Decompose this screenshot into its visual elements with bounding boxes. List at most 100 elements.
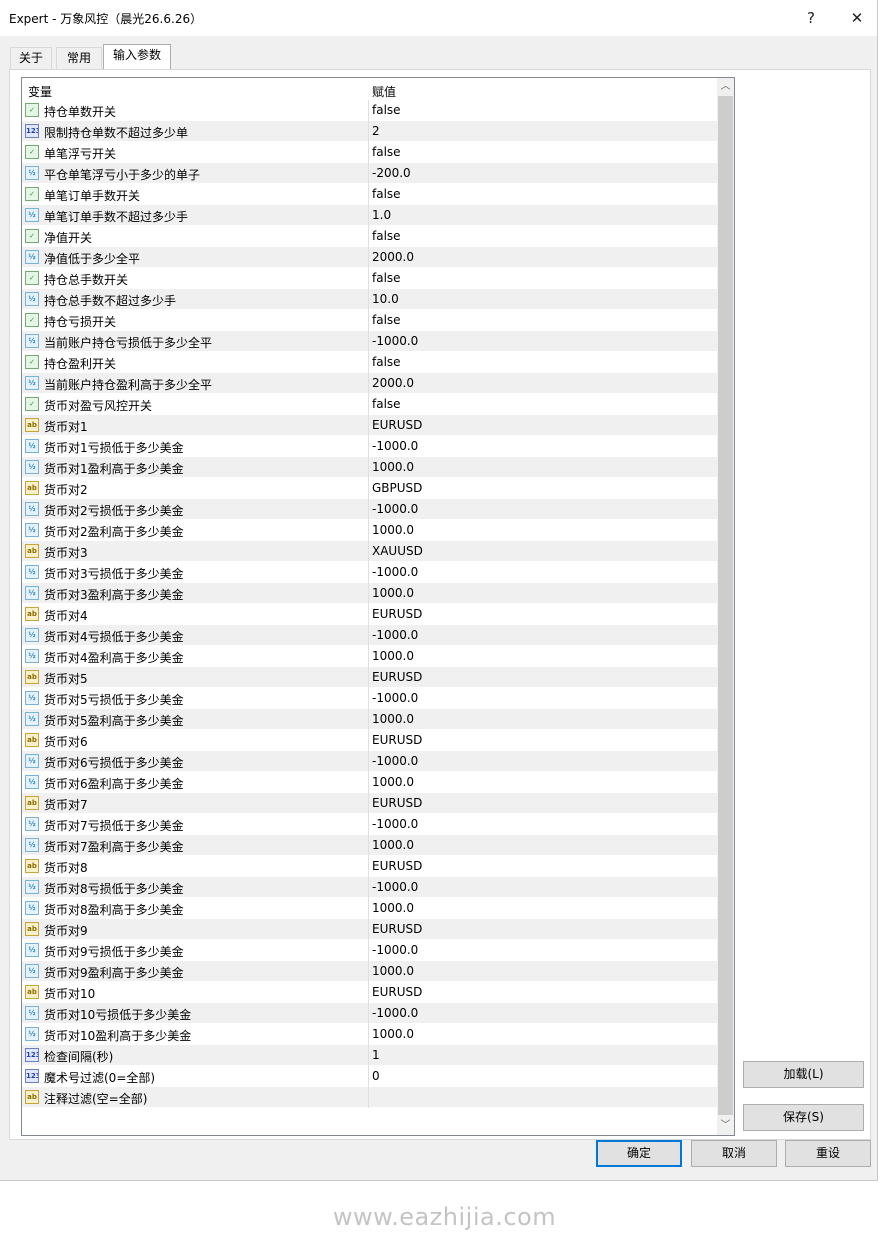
parameter-value[interactable]: -1000.0 bbox=[372, 439, 418, 453]
table-row[interactable]: ½ 货币对4亏损低于多少美金 -1000.0 bbox=[22, 625, 717, 646]
parameter-value[interactable]: 2 bbox=[372, 124, 380, 138]
parameter-value[interactable]: -200.0 bbox=[372, 166, 411, 180]
table-row[interactable]: ½ 货币对7盈利高于多少美金 1000.0 bbox=[22, 835, 717, 856]
table-row[interactable]: ½ 货币对8亏损低于多少美金 -1000.0 bbox=[22, 877, 717, 898]
table-row[interactable]: ✓ 持仓亏损开关 false bbox=[22, 310, 717, 331]
table-row[interactable]: ½ 货币对9亏损低于多少美金 -1000.0 bbox=[22, 940, 717, 961]
reset-button[interactable]: 重设 bbox=[785, 1140, 871, 1167]
table-row[interactable]: ✓ 货币对盈亏风控开关 false bbox=[22, 394, 717, 415]
parameter-value[interactable]: false bbox=[372, 397, 401, 411]
parameter-value[interactable]: EURUSD bbox=[372, 796, 422, 810]
table-row[interactable]: ½ 货币对3亏损低于多少美金 -1000.0 bbox=[22, 562, 717, 583]
table-row[interactable]: ab 货币对1 EURUSD bbox=[22, 415, 717, 436]
table-row[interactable]: ✓ 单笔订单手数开关 false bbox=[22, 184, 717, 205]
ok-button[interactable]: 确定 bbox=[596, 1140, 682, 1167]
parameter-value[interactable]: 1000.0 bbox=[372, 460, 414, 474]
table-row[interactable]: ab 货币对2 GBPUSD bbox=[22, 478, 717, 499]
scrollbar-thumb[interactable] bbox=[718, 96, 733, 1115]
table-row[interactable]: ½ 货币对3盈利高于多少美金 1000.0 bbox=[22, 583, 717, 604]
parameter-value[interactable]: 1000.0 bbox=[372, 586, 414, 600]
table-row[interactable]: 123 限制持仓单数不超过多少单 2 bbox=[22, 121, 717, 142]
parameter-value[interactable]: EURUSD bbox=[372, 418, 422, 432]
table-row[interactable]: ab 货币对10 EURUSD bbox=[22, 982, 717, 1003]
parameter-value[interactable]: -1000.0 bbox=[372, 754, 418, 768]
parameter-value[interactable]: 1000.0 bbox=[372, 523, 414, 537]
table-row[interactable]: ✓ 单笔浮亏开关 false bbox=[22, 142, 717, 163]
parameter-value[interactable]: GBPUSD bbox=[372, 481, 422, 495]
table-row[interactable]: ½ 货币对10盈利高于多少美金 1000.0 bbox=[22, 1024, 717, 1045]
table-row[interactable]: ½ 货币对9盈利高于多少美金 1000.0 bbox=[22, 961, 717, 982]
table-row[interactable]: ½ 货币对4盈利高于多少美金 1000.0 bbox=[22, 646, 717, 667]
parameter-value[interactable]: XAUUSD bbox=[372, 544, 423, 558]
table-row[interactable]: ½ 净值低于多少全平 2000.0 bbox=[22, 247, 717, 268]
parameter-value[interactable]: 2000.0 bbox=[372, 376, 414, 390]
table-row[interactable]: ab 货币对6 EURUSD bbox=[22, 730, 717, 751]
parameter-value[interactable]: 1.0 bbox=[372, 208, 391, 222]
parameter-value[interactable]: -1000.0 bbox=[372, 691, 418, 705]
table-row[interactable]: ab 货币对8 EURUSD bbox=[22, 856, 717, 877]
parameter-value[interactable]: EURUSD bbox=[372, 859, 422, 873]
table-row[interactable]: ✓ 净值开关 false bbox=[22, 226, 717, 247]
help-icon[interactable]: ? bbox=[796, 6, 826, 30]
parameter-value[interactable]: -1000.0 bbox=[372, 502, 418, 516]
scroll-down-icon[interactable]: ﹀ bbox=[717, 1117, 734, 1134]
parameter-value[interactable]: -1000.0 bbox=[372, 334, 418, 348]
load-button[interactable]: 加载(L) bbox=[743, 1061, 864, 1088]
table-row[interactable]: ½ 当前账户持仓盈利高于多少全平 2000.0 bbox=[22, 373, 717, 394]
table-row[interactable]: ½ 货币对5盈利高于多少美金 1000.0 bbox=[22, 709, 717, 730]
parameter-value[interactable]: -1000.0 bbox=[372, 628, 418, 642]
table-row[interactable]: ½ 平仓单笔浮亏小于多少的单子 -200.0 bbox=[22, 163, 717, 184]
parameter-value[interactable]: EURUSD bbox=[372, 670, 422, 684]
parameter-value[interactable]: 1000.0 bbox=[372, 964, 414, 978]
parameter-value[interactable]: 2000.0 bbox=[372, 250, 414, 264]
parameter-value[interactable]: 1 bbox=[372, 1048, 380, 1062]
parameter-value[interactable]: -1000.0 bbox=[372, 565, 418, 579]
table-row[interactable]: 123 魔术号过滤(0=全部) 0 bbox=[22, 1066, 717, 1087]
column-value-header[interactable]: 赋值 bbox=[372, 83, 396, 100]
table-row[interactable]: ab 货币对4 EURUSD bbox=[22, 604, 717, 625]
scroll-up-icon[interactable]: ︿ bbox=[717, 78, 734, 95]
parameter-value[interactable]: false bbox=[372, 355, 401, 369]
parameter-value[interactable]: false bbox=[372, 271, 401, 285]
table-row[interactable]: ½ 货币对6盈利高于多少美金 1000.0 bbox=[22, 772, 717, 793]
table-row[interactable]: ✓ 持仓盈利开关 false bbox=[22, 352, 717, 373]
parameter-value[interactable]: 1000.0 bbox=[372, 901, 414, 915]
parameter-value[interactable]: false bbox=[372, 229, 401, 243]
table-row[interactable]: ab 货币对7 EURUSD bbox=[22, 793, 717, 814]
table-row[interactable]: ½ 货币对8盈利高于多少美金 1000.0 bbox=[22, 898, 717, 919]
parameter-value[interactable]: false bbox=[372, 145, 401, 159]
parameter-value[interactable]: 1000.0 bbox=[372, 712, 414, 726]
parameter-value[interactable]: -1000.0 bbox=[372, 943, 418, 957]
cancel-button[interactable]: 取消 bbox=[691, 1140, 777, 1167]
table-row[interactable]: ab 货币对5 EURUSD bbox=[22, 667, 717, 688]
parameter-value[interactable]: -1000.0 bbox=[372, 817, 418, 831]
table-row[interactable]: ½ 货币对2盈利高于多少美金 1000.0 bbox=[22, 520, 717, 541]
parameter-value[interactable]: 1000.0 bbox=[372, 649, 414, 663]
parameter-value[interactable]: false bbox=[372, 313, 401, 327]
parameter-value[interactable]: -1000.0 bbox=[372, 880, 418, 894]
table-row[interactable]: ab 货币对3 XAUUSD bbox=[22, 541, 717, 562]
table-row[interactable]: ½ 货币对1盈利高于多少美金 1000.0 bbox=[22, 457, 717, 478]
table-row[interactable]: ✓ 持仓单数开关 false bbox=[22, 100, 717, 121]
table-row[interactable]: 123 检查间隔(秒) 1 bbox=[22, 1045, 717, 1066]
table-row[interactable]: ½ 货币对10亏损低于多少美金 -1000.0 bbox=[22, 1003, 717, 1024]
close-icon[interactable]: ✕ bbox=[842, 6, 872, 30]
parameter-value[interactable]: EURUSD bbox=[372, 607, 422, 621]
table-row[interactable]: ½ 货币对2亏损低于多少美金 -1000.0 bbox=[22, 499, 717, 520]
table-row[interactable]: ✓ 持仓总手数开关 false bbox=[22, 268, 717, 289]
parameter-value[interactable]: EURUSD bbox=[372, 985, 422, 999]
column-variable-header[interactable]: 变量 bbox=[28, 83, 52, 100]
table-row[interactable]: ½ 持仓总手数不超过多少手 10.0 bbox=[22, 289, 717, 310]
tab-about[interactable]: 关于 bbox=[10, 47, 52, 69]
parameter-value[interactable]: 1000.0 bbox=[372, 1027, 414, 1041]
table-row[interactable]: ab 注释过滤(空=全部) bbox=[22, 1087, 717, 1108]
table-row[interactable]: ½ 当前账户持仓亏损低于多少全平 -1000.0 bbox=[22, 331, 717, 352]
save-button[interactable]: 保存(S) bbox=[743, 1104, 864, 1131]
grid-scrollbar[interactable]: ︿ ﹀ bbox=[717, 78, 734, 1135]
parameter-value[interactable]: 1000.0 bbox=[372, 775, 414, 789]
parameter-value[interactable]: false bbox=[372, 103, 401, 117]
parameter-value[interactable]: 10.0 bbox=[372, 292, 399, 306]
tab-inputs[interactable]: 输入参数 bbox=[103, 44, 171, 69]
parameter-value[interactable]: 1000.0 bbox=[372, 838, 414, 852]
table-row[interactable]: ab 货币对9 EURUSD bbox=[22, 919, 717, 940]
